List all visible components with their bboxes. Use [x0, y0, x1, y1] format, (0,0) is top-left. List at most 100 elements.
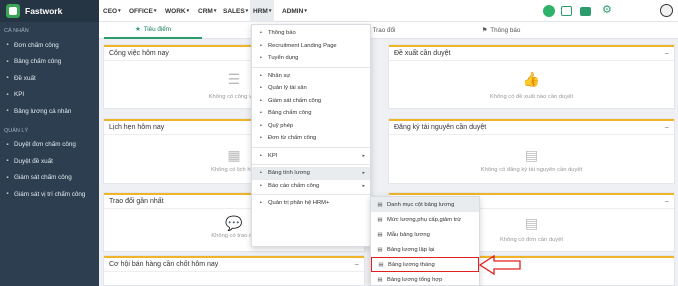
section-title-manage: QUẢN LÝ: [4, 127, 29, 134]
nav-label: HRM: [253, 7, 268, 15]
menu-item-label: Quỹ phép: [268, 122, 294, 129]
nav-office[interactable]: OFFICE ▾: [129, 0, 156, 22]
brand-name: Fastwork: [25, 6, 63, 16]
document-icon: ▪: [260, 135, 262, 142]
card-proposals-pending: Đề xuất cần duyệt − 👍 Không có đề xuất nà…: [388, 44, 675, 109]
chevron-down-icon: ▾: [186, 8, 190, 14]
target-icon: ▪: [6, 91, 9, 98]
sidebar-item-document[interactable]: ▪ Đơn chấm công: [0, 37, 99, 54]
nav-label: SALES: [223, 7, 245, 15]
document-icon: ▤: [377, 216, 383, 223]
target-icon: ▪: [260, 152, 262, 159]
card-title: Đề xuất cần duyệt: [394, 50, 451, 57]
document-icon: ▤: [524, 147, 539, 163]
menu-item-monitor[interactable]: ▪ Giám sát chấm công: [252, 95, 370, 108]
empty-text: Không có đề xuất nào cần duyệt: [489, 94, 574, 100]
minimize-icon[interactable]: −: [664, 49, 669, 58]
menu-item-label: Thông báo: [268, 30, 296, 37]
settings-icon[interactable]: ⚙: [602, 3, 618, 16]
submenu-item-1[interactable]: ▤ Mức lương,phụ cấp,giảm trừ: [371, 212, 479, 227]
nav-work[interactable]: WORK ▾: [165, 0, 189, 22]
submenu-item-label: Mức lương,phụ cấp,giảm trừ: [387, 216, 462, 223]
document-icon: ▤: [524, 215, 539, 231]
menu-item-megaphone[interactable]: ▪ Tuyển dụng: [252, 52, 370, 65]
menu-item-user[interactable]: ▪ Nhân sự: [252, 70, 370, 83]
menu-item-label: KPI: [268, 152, 278, 159]
sidebar-item-money[interactable]: ▪ Bảng lương cá nhân: [0, 103, 99, 120]
nav-crm[interactable]: CRM ▾: [198, 0, 216, 22]
nav-sales[interactable]: SALES ▾: [223, 0, 248, 22]
menu-item-label: Bảng tính lương: [268, 170, 310, 177]
submenu-item-label: Bảng lương lập lại: [387, 246, 435, 253]
menu-item-gear[interactable]: ▪ Quản trị phân hệ HRM+: [252, 197, 370, 210]
nav-label: WORK: [165, 7, 186, 15]
menu-item-page[interactable]: ▪ Recruitment Landing Page: [252, 40, 370, 53]
chat-icon: 💬: [225, 215, 243, 231]
menu-item-table[interactable]: ▪ Bảng chấm công: [252, 107, 370, 120]
home-icon[interactable]: [561, 6, 572, 16]
sidebar-item-check[interactable]: ▪ Duyệt đơn chấm công: [0, 137, 99, 154]
menu-item-label: Quản lý tài sản: [268, 85, 307, 92]
menu-item-label: Bảng chấm công: [268, 110, 312, 117]
card-title: Công việc hôm nay: [109, 50, 169, 57]
help-icon[interactable]: [543, 5, 555, 17]
chevron-right-icon: ▸: [362, 182, 365, 189]
sidebar-item-label: Duyệt đơn chấm công: [14, 141, 76, 149]
table-icon: ▪: [260, 110, 262, 117]
minimize-icon[interactable]: −: [664, 197, 669, 206]
menu-item-label: Quản trị phân hệ HRM+: [268, 200, 330, 207]
nav-admin[interactable]: ADMIN ▾: [282, 0, 307, 22]
submenu-item-5[interactable]: ▤ Bảng lương tổng hợp: [371, 272, 479, 286]
megaphone-icon: ▪: [260, 55, 262, 62]
menu-item-target[interactable]: ▪ KPI ▸: [252, 150, 370, 163]
tab-focus[interactable]: ★ Tiêu điểm: [104, 22, 202, 39]
sidebar-item-label: Bảng lương cá nhân: [14, 107, 72, 115]
nav-hrm[interactable]: HRM ▾: [250, 0, 275, 22]
sidebar-item-label: Bảng chấm công: [14, 58, 62, 66]
sidebar-item-edit[interactable]: ▪ Đề xuất: [0, 70, 99, 87]
submenu-item-3[interactable]: ▤ Bảng lương lập lại: [371, 242, 479, 257]
menu-item-box[interactable]: ▪ Quản lý tài sản: [252, 82, 370, 95]
brand[interactable]: Fastwork: [0, 0, 99, 22]
menu-item-document[interactable]: ▪ Đơn từ chấm công: [252, 132, 370, 145]
nav-label: ADMIN: [282, 7, 304, 15]
menu-item-folder[interactable]: ▪ Quỹ phép: [252, 120, 370, 133]
minimize-icon[interactable]: −: [664, 123, 669, 132]
menu-item-calculator[interactable]: ▪ Bảng tính lương ▸: [252, 167, 370, 180]
avatar[interactable]: [660, 4, 673, 17]
monitor-icon: ▪: [260, 97, 262, 104]
document-icon: ▤: [377, 276, 383, 283]
chevron-right-icon: ▸: [362, 170, 365, 177]
folder-icon: ▪: [260, 122, 262, 129]
sidebar-item-label: KPI: [14, 91, 25, 99]
menu-item-bell[interactable]: ▪ Thông báo: [252, 27, 370, 40]
tab-exchange[interactable]: Trao đổi: [369, 22, 399, 39]
document-icon: ▤: [377, 231, 383, 238]
card-title: Lịch hẹn hôm nay: [109, 124, 165, 131]
tab-focus-label: Tiêu điểm: [143, 26, 172, 33]
card-title: Đăng ký tài nguyên cần duyệt: [394, 124, 487, 131]
chevron-down-icon: ▾: [213, 8, 217, 14]
sidebar-item-target[interactable]: ▪ KPI: [0, 87, 99, 104]
tab-notifications[interactable]: ⚑ Thông báo: [471, 22, 531, 39]
sidebar-item-table[interactable]: ▪ Bảng chấm công: [0, 54, 99, 71]
minimize-icon[interactable]: −: [354, 260, 359, 269]
briefcase-icon[interactable]: [580, 7, 591, 16]
menu-item-label: Đơn từ chấm công: [268, 135, 317, 142]
table-icon: ▪: [6, 58, 9, 65]
submenu-item-label: Mẫu bảng lương: [387, 231, 430, 238]
sidebar-item-check-circle[interactable]: ▪ Duyệt đề xuất: [0, 153, 99, 170]
submenu-item-4[interactable]: ▤ Bảng lương tháng: [371, 257, 479, 272]
menu-item-chart[interactable]: ▪ Báo cáo chấm công ▸: [252, 180, 370, 193]
sidebar-item-location[interactable]: ▪ Giám sát vị trí chấm công: [0, 186, 99, 203]
top-navbar: CEO ▾ OFFICE ▾ WORK ▾ CRM ▾ SALES ▾ HRM ▾ ADMIN ▾ ⚙: [99, 0, 678, 22]
submenu-item-0[interactable]: ▤ Danh mục cột bảng lương: [371, 197, 479, 212]
sidebar-item-calendar[interactable]: ▪ Giám sát chấm công: [0, 170, 99, 187]
menu-item-label: Giám sát chấm công: [268, 97, 322, 104]
hrm-dropdown-menu: ▪ Thông báo ▪ Recruitment Landing Page ▪ Tuyể…: [251, 24, 371, 247]
menu-item-label: Nhân sự: [268, 72, 291, 79]
submenu-item-2[interactable]: ▤ Mẫu bảng lương: [371, 227, 479, 242]
nav-ceo[interactable]: CEO ▾: [103, 0, 121, 22]
box-icon: ▪: [260, 85, 262, 92]
check-circle-icon: ▪: [6, 158, 9, 165]
